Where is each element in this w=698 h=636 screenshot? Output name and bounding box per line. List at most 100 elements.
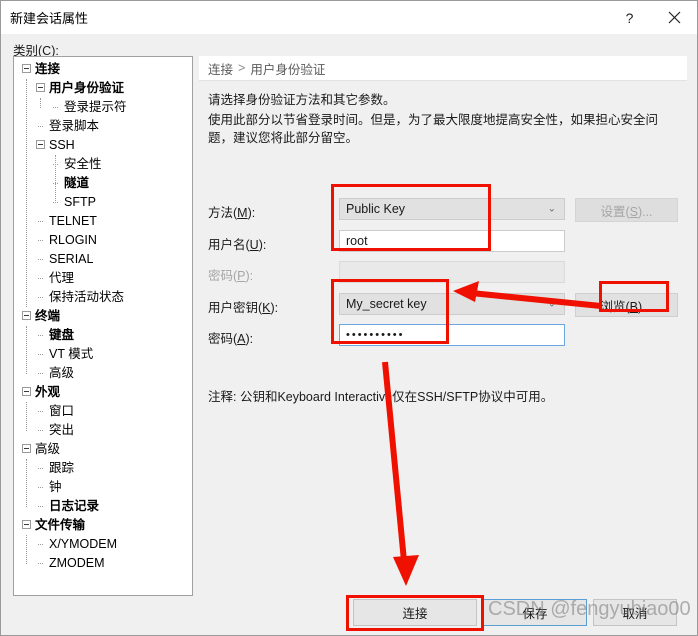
tree-item[interactable]: 终端 xyxy=(14,307,192,326)
tree-connector xyxy=(38,354,43,355)
help-button[interactable]: ? xyxy=(607,1,652,34)
tree-item[interactable]: VT 模式 xyxy=(14,345,192,364)
category-tree[interactable]: 连接 用户身份验证登录提示符登录脚本 SSH 安全性隧道 SFTP TELNET RLOGI… xyxy=(14,60,192,573)
tree-expander-icon[interactable] xyxy=(36,83,45,92)
username-label: 用户名(U): xyxy=(208,238,267,252)
tree-item-label: 安全性 xyxy=(64,157,102,171)
tree-connector xyxy=(38,240,43,241)
tree-item[interactable]: 文件传输 xyxy=(14,516,192,535)
tree-branch-line xyxy=(26,79,27,307)
tree-connector xyxy=(38,259,43,260)
tree-expander-icon[interactable] xyxy=(36,140,45,149)
tree-item-label: SSH xyxy=(49,138,75,152)
browse-button[interactable]: 浏览(B)... xyxy=(575,293,678,317)
tree-branch-line xyxy=(26,459,27,507)
tree-item[interactable]: 安全性 xyxy=(14,155,192,174)
tree-item-label: SERIAL xyxy=(49,252,94,266)
tree-item-label: 保持活动状态 xyxy=(49,290,125,304)
tree-item[interactable]: TELNET xyxy=(14,212,192,231)
userkey-combobox[interactable]: My_secret key ⌄ xyxy=(339,293,565,315)
chevron-down-icon: ⌄ xyxy=(547,203,556,215)
method-value: Public Key xyxy=(346,202,406,216)
tree-expander-icon[interactable] xyxy=(22,520,31,529)
userkey-value: My_secret key xyxy=(346,297,427,311)
password-label: 密码(P): xyxy=(208,269,254,283)
category-tree-panel[interactable]: 连接 用户身份验证登录提示符登录脚本 SSH 安全性隧道 SFTP TELNET RLOGI… xyxy=(13,56,193,596)
tree-expander-icon[interactable] xyxy=(22,387,31,396)
window-title: 新建会话属性 xyxy=(10,11,89,26)
passphrase-input[interactable]: •••••••••• xyxy=(339,324,565,346)
tree-item-label: 文件传输 xyxy=(35,518,86,532)
tree-item[interactable]: 突出 xyxy=(14,421,192,440)
tree-item[interactable]: SERIAL xyxy=(14,250,192,269)
tree-item[interactable]: 登录脚本 xyxy=(14,117,192,136)
username-input[interactable]: root xyxy=(339,230,565,252)
tree-connector xyxy=(38,544,43,545)
tree-branch-line xyxy=(26,535,27,564)
settings-button[interactable]: 设置(S)... xyxy=(575,198,678,222)
tree-item-label: 窗口 xyxy=(49,404,75,418)
tree-connector xyxy=(38,221,43,222)
tree-item-label: ZMODEM xyxy=(49,556,105,570)
tree-item-label: VT 模式 xyxy=(49,347,94,361)
tree-item[interactable]: RLOGIN xyxy=(14,231,192,250)
breadcrumb-leaf: 用户身份验证 xyxy=(250,62,326,77)
tree-expander-icon[interactable] xyxy=(22,311,31,320)
tree-item-label: 终端 xyxy=(35,309,61,323)
tree-item[interactable]: 外观 xyxy=(14,383,192,402)
cancel-button-label: 取消 xyxy=(622,607,648,621)
tree-branch-line xyxy=(26,326,27,374)
tree-item[interactable]: 保持活动状态 xyxy=(14,288,192,307)
tree-item[interactable]: 钟 xyxy=(14,478,192,497)
close-icon xyxy=(668,11,681,24)
tree-expander-icon[interactable] xyxy=(22,444,31,453)
tree-item[interactable]: 跟踪 xyxy=(14,459,192,478)
tree-item[interactable]: 隧道 xyxy=(14,174,192,193)
content-panel: 连接 > 用户身份验证 请选择身份验证方法和其它参数。 使用此部分以节省登录时间… xyxy=(199,56,687,571)
tree-item-label: 高级 xyxy=(35,442,61,456)
tree-item[interactable]: 高级 xyxy=(14,440,192,459)
tree-item-label: 突出 xyxy=(49,423,75,437)
tree-expander-icon[interactable] xyxy=(22,64,31,73)
close-button[interactable] xyxy=(652,1,697,34)
tree-connector xyxy=(38,126,43,127)
tree-item-label: 登录提示符 xyxy=(64,100,127,114)
tree-connector xyxy=(38,411,43,412)
tree-connector xyxy=(38,468,43,469)
tree-item[interactable]: X/YMODEM xyxy=(14,535,192,554)
username-value: root xyxy=(346,234,368,248)
chevron-down-icon: ⌄ xyxy=(547,298,556,310)
tree-item-label: 高级 xyxy=(49,366,75,380)
tree-item[interactable]: 日志记录 xyxy=(14,497,192,516)
tree-item-label: 跟踪 xyxy=(49,461,75,475)
tree-item-label: 代理 xyxy=(49,271,75,285)
tree-item[interactable]: ZMODEM xyxy=(14,554,192,573)
tree-connector xyxy=(38,487,43,488)
tree-item[interactable]: 连接 xyxy=(14,60,192,79)
tree-connector xyxy=(38,430,43,431)
cancel-button[interactable]: 取消 xyxy=(593,599,677,626)
tree-item[interactable]: 键盘 xyxy=(14,326,192,345)
tree-item[interactable]: SFTP xyxy=(14,193,192,212)
tree-connector xyxy=(38,506,43,507)
tree-item-label: RLOGIN xyxy=(49,233,97,247)
tree-branch-line xyxy=(40,98,41,108)
tree-item[interactable]: 高级 xyxy=(14,364,192,383)
tree-connector xyxy=(38,373,43,374)
tree-item-label: TELNET xyxy=(49,214,97,228)
password-input xyxy=(339,261,565,283)
method-combobox[interactable]: Public Key ⌄ xyxy=(339,198,565,220)
tree-item-label: 隧道 xyxy=(64,176,90,190)
tree-item[interactable]: SSH xyxy=(14,136,192,155)
connect-button[interactable]: 连接 xyxy=(353,599,477,626)
tree-item[interactable]: 代理 xyxy=(14,269,192,288)
tree-item[interactable]: 窗口 xyxy=(14,402,192,421)
tree-item-label: 登录脚本 xyxy=(49,119,100,133)
tree-item[interactable]: 用户身份验证 xyxy=(14,79,192,98)
tree-item-label: 钟 xyxy=(49,480,62,494)
tree-item-label: 日志记录 xyxy=(49,499,100,513)
save-button[interactable]: 保存 xyxy=(483,599,587,626)
tree-branch-line xyxy=(26,402,27,431)
session-properties-dialog: 新建会话属性 ? 类别(C): 连接 用户身份验证 登录提示符 登录脚本 SSH 安全性隧… xyxy=(0,0,698,636)
passphrase-value: •••••••••• xyxy=(346,329,405,341)
